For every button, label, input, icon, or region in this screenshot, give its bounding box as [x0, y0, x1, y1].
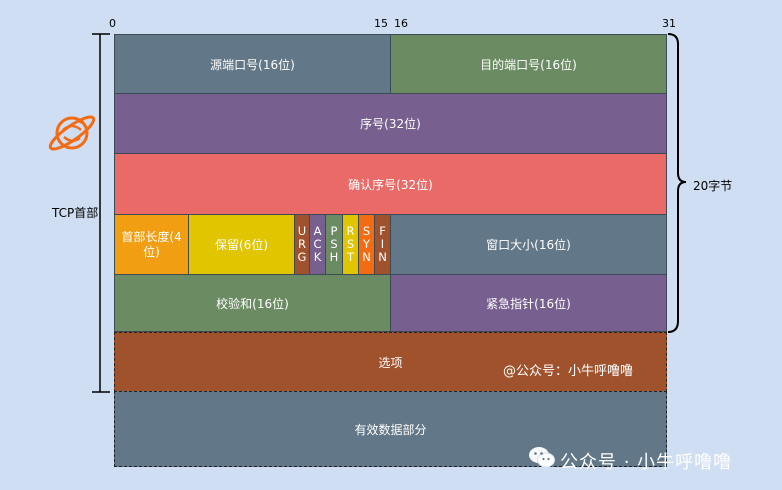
source-port-field: 源端口号(16位)	[114, 34, 391, 94]
checksum-field: 校验和(16位)	[114, 274, 391, 332]
payload-data-label: 有效数据部分	[354, 422, 427, 437]
ack-number-label: 确认序号(32位)	[348, 177, 433, 192]
bit-label-15: 15	[374, 17, 388, 30]
bit-label-31: 31	[662, 17, 676, 30]
destination-port-field: 目的端口号(16位)	[390, 34, 667, 94]
flag-syn-letter: N	[362, 250, 371, 264]
footer-watermark: 公众号 · 小牛呼噜噜	[560, 452, 733, 473]
flag-syn: S Y N	[358, 214, 375, 275]
planet-logo-icon	[48, 115, 96, 151]
options-label: 选项	[378, 355, 403, 370]
window-size-label: 窗口大小(16位)	[486, 238, 571, 252]
twenty-bytes-bracket	[667, 33, 687, 333]
flag-psh-letter: H	[329, 250, 339, 264]
ack-number-field: 确认序号(32位)	[114, 153, 667, 215]
bit-label-0: 0	[109, 17, 116, 30]
flag-urg-letter: G	[297, 250, 307, 264]
flag-fin: F I N	[374, 214, 391, 275]
header-length-field: 首部长度(4位)	[114, 214, 189, 275]
header-length-label: 首部长度(4位)	[121, 229, 182, 259]
urgent-pointer-label: 紧急指针(16位)	[486, 296, 571, 311]
sequence-number-label: 序号(32位)	[360, 117, 421, 131]
twenty-bytes-label: 20字节	[693, 179, 733, 193]
reserved-field: 保留(6位)	[188, 214, 295, 275]
reserved-label: 保留(6位)	[215, 238, 268, 252]
tcp-header-label: TCP首部	[52, 206, 99, 220]
wechat-icon	[529, 447, 555, 468]
source-port-label: 源端口号(16位)	[210, 57, 295, 72]
sequence-number-field: 序号(32位)	[114, 93, 667, 154]
flag-urg: U R G	[294, 214, 310, 275]
bit-label-16: 16	[394, 17, 408, 30]
flag-rst-letter: T	[346, 250, 355, 264]
checksum-label: 校验和(16位)	[216, 296, 289, 311]
options-watermark: @公众号：小牛呼噜噜	[503, 364, 634, 379]
flag-rst: R S T	[342, 214, 359, 275]
flag-psh: P S H	[325, 214, 343, 275]
urgent-pointer-field: 紧急指针(16位)	[390, 274, 667, 332]
flag-ack: A C K	[309, 214, 326, 275]
flag-ack-letter: K	[313, 250, 322, 264]
window-size-field: 窗口大小(16位)	[390, 214, 667, 275]
destination-port-label: 目的端口号(16位)	[480, 57, 577, 72]
flag-fin-letter: N	[378, 250, 387, 264]
